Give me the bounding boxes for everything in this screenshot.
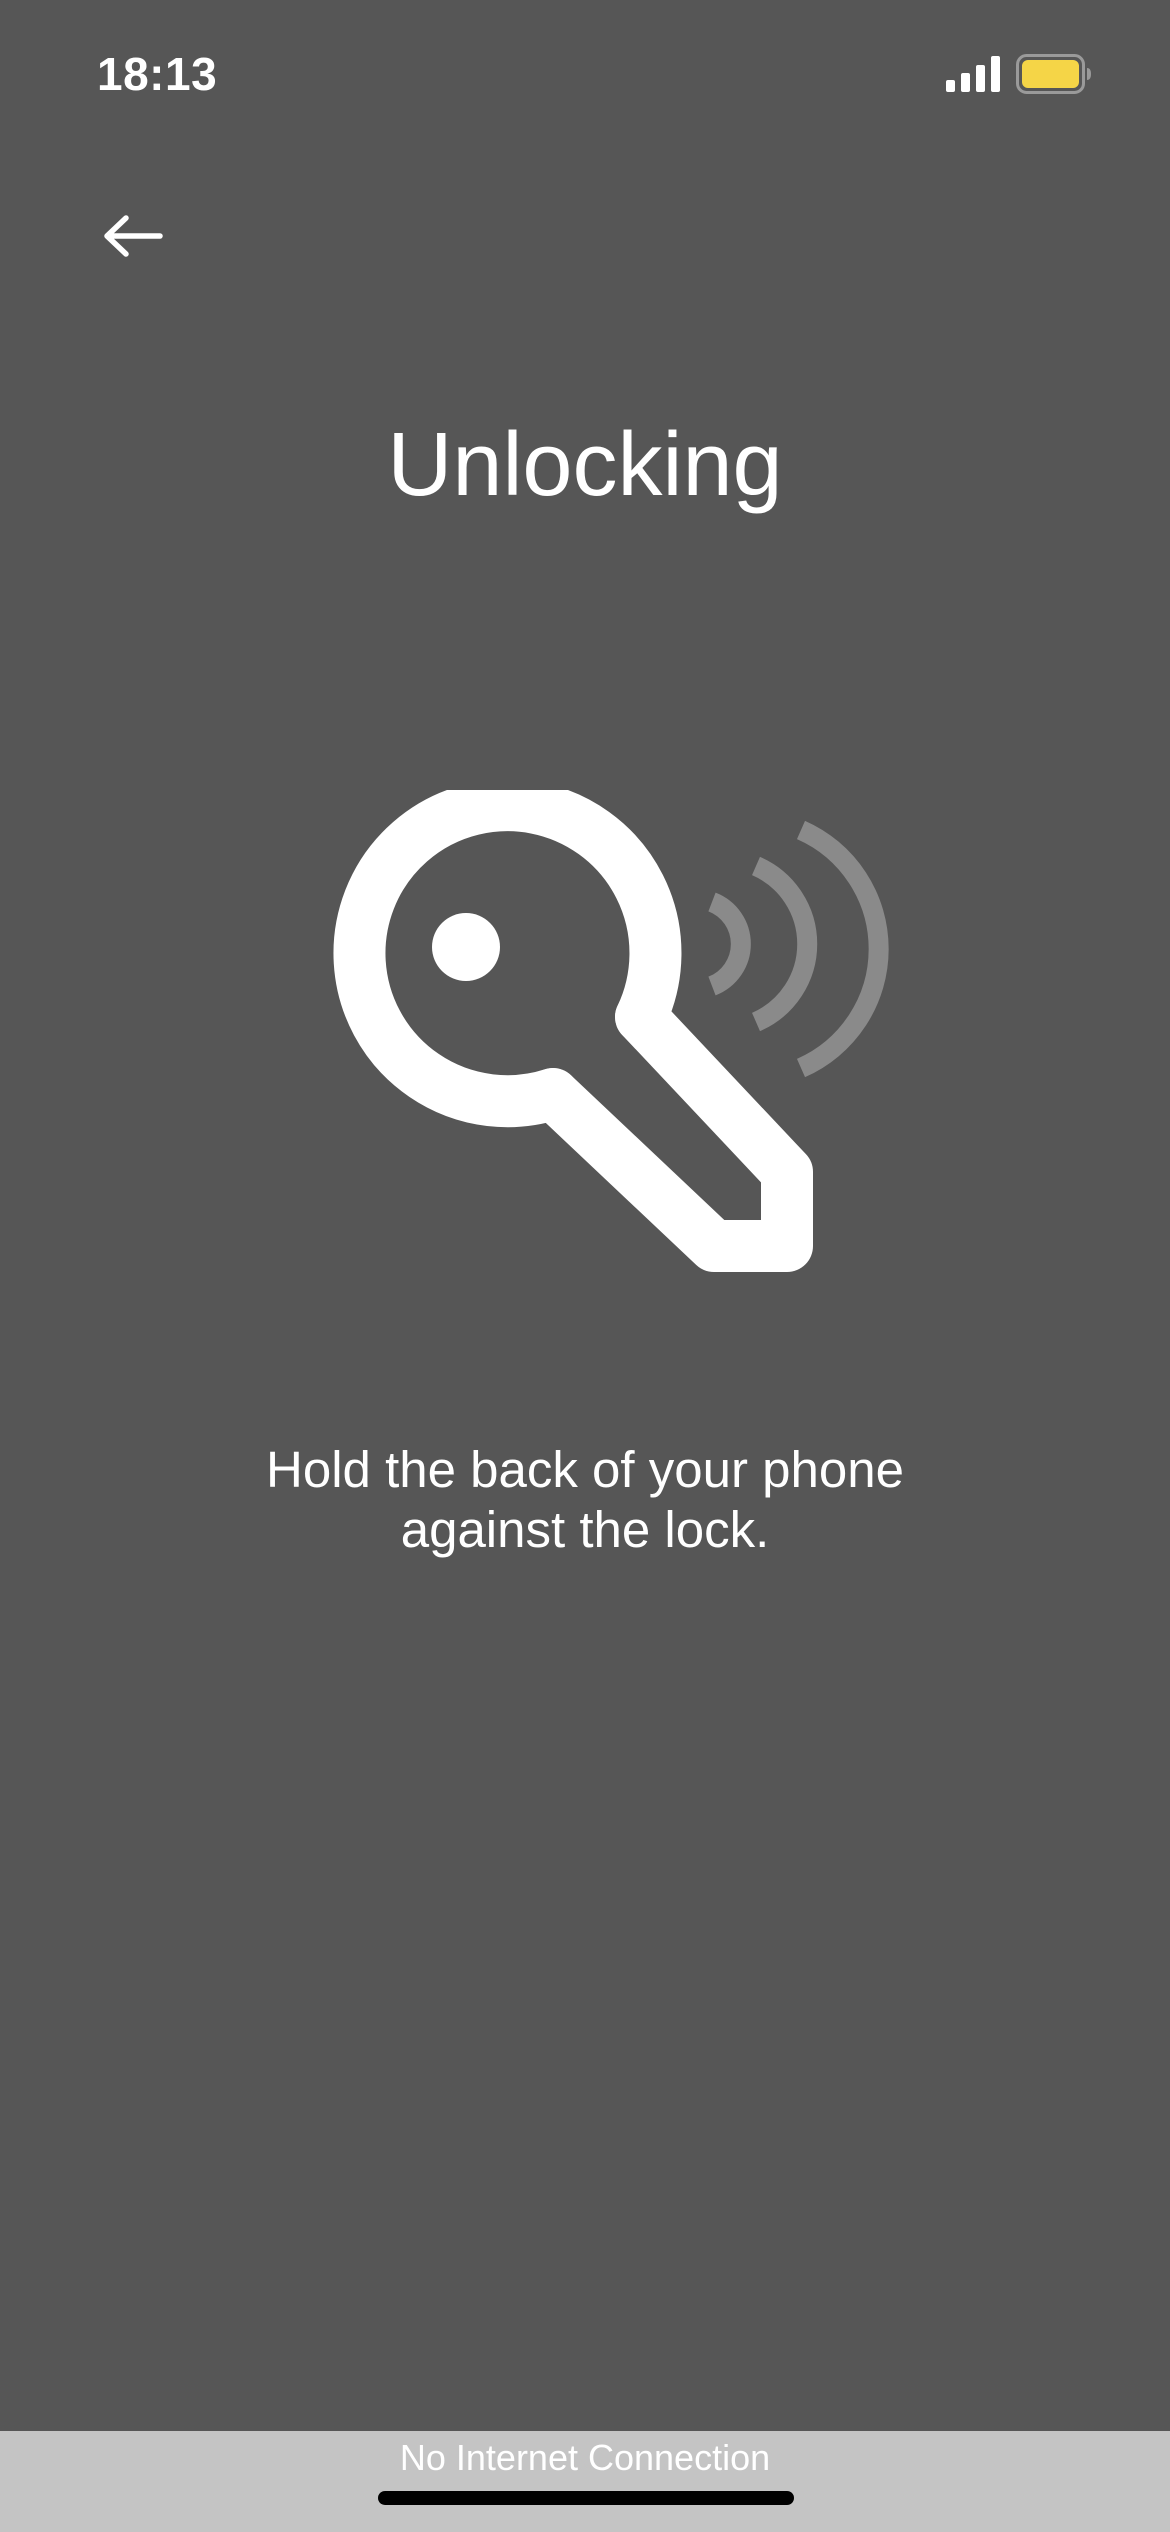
page-title: Unlocking <box>387 415 783 515</box>
network-status-text: No Internet Connection <box>399 2437 771 2478</box>
instruction-line-2: against the lock. <box>400 1501 770 1558</box>
key-nfc-icon <box>333 790 889 1272</box>
battery-icon <box>1016 54 1091 94</box>
back-button[interactable] <box>92 200 174 272</box>
instruction-text: Hold the back of your phone against the … <box>0 1440 1170 1560</box>
instruction-line-1: Hold the back of your phone <box>266 1441 904 1498</box>
status-time: 18:13 <box>97 48 218 100</box>
home-indicator[interactable] <box>378 2491 794 2505</box>
nfc-waves <box>707 820 889 1078</box>
status-icons <box>946 52 1116 96</box>
arrow-left-icon <box>104 215 163 257</box>
signal-strength-icon <box>946 56 1000 92</box>
